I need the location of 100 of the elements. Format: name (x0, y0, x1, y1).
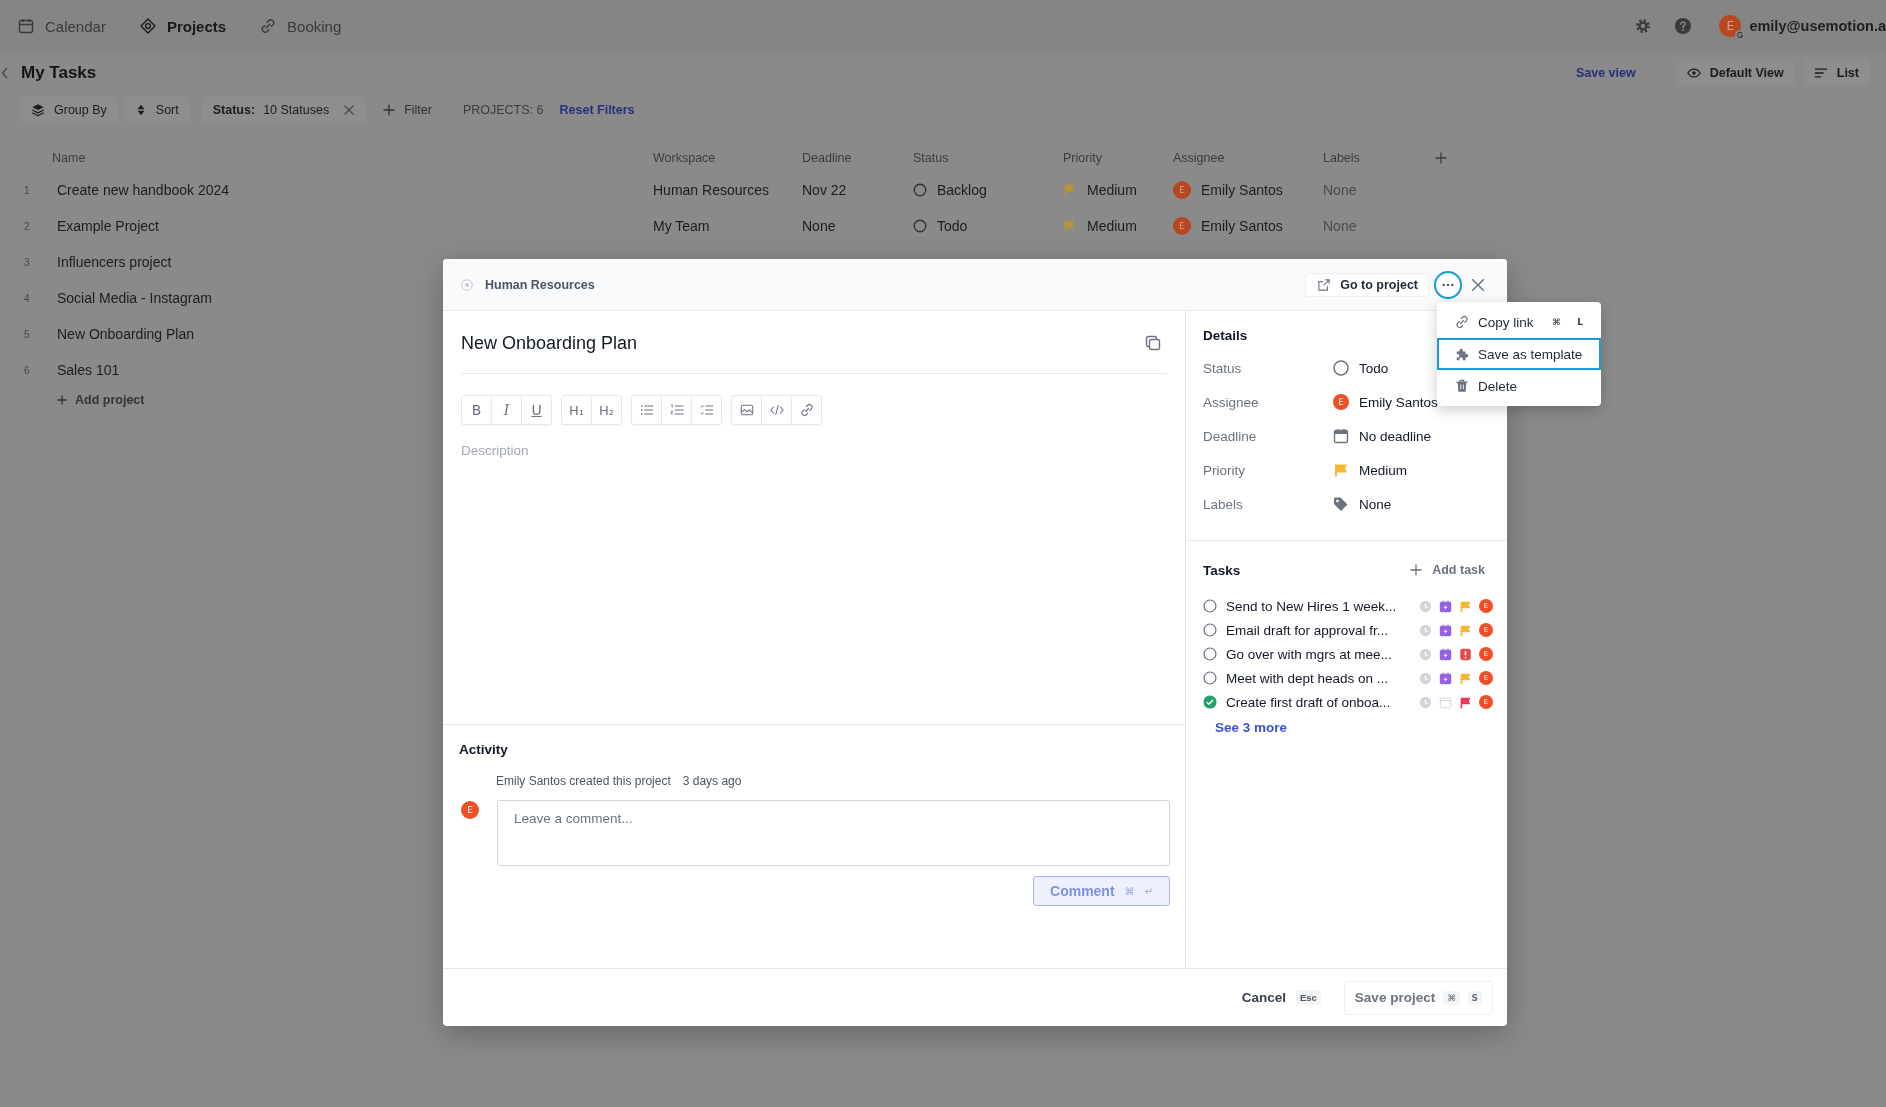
link-icon (799, 403, 814, 417)
project-count: PROJECTS: 6 (462, 103, 544, 117)
task-checkbox[interactable] (1203, 623, 1217, 637)
field-value[interactable]: Todo (1359, 360, 1389, 376)
cancel-button[interactable]: Cancel (1241, 990, 1286, 1005)
field-value[interactable]: None (1359, 496, 1392, 512)
save-view-link[interactable]: Save view (1575, 66, 1636, 80)
project-name[interactable]: Example Project (57, 218, 159, 234)
project-name[interactable]: New Onboarding Plan (57, 326, 194, 342)
column-header[interactable]: Workspace (653, 151, 716, 165)
sort-button[interactable]: Sort (123, 96, 190, 124)
chevron-left-icon[interactable] (1, 67, 9, 79)
project-name[interactable]: Social Media - Instagram (57, 290, 212, 306)
group-by-button[interactable]: Group By (20, 96, 118, 124)
copy-icon[interactable] (1145, 335, 1161, 351)
add-column-icon[interactable] (1435, 152, 1447, 164)
task-checkbox[interactable] (1203, 647, 1217, 661)
nav-tab[interactable]: Calendar (18, 17, 106, 35)
layout-button[interactable]: List (1802, 59, 1870, 87)
filter-button[interactable]: Filter (372, 96, 443, 124)
ellipsis-icon (1442, 282, 1454, 287)
numbered-list-button[interactable] (661, 395, 692, 425)
image-button[interactable] (731, 395, 762, 425)
close-icon[interactable] (343, 104, 356, 116)
project-name[interactable]: Influencers project (57, 254, 172, 270)
assignee-name: Emily Santos (1201, 218, 1283, 234)
calendar-icon (18, 18, 34, 34)
account-email[interactable]: emily@usemotion.a (1749, 18, 1886, 34)
plus-icon (57, 395, 67, 405)
activity-heading: Activity (459, 742, 508, 757)
status-text: Todo (937, 218, 968, 234)
column-header[interactable]: Deadline (802, 151, 852, 165)
task-checkbox[interactable] (1203, 671, 1217, 685)
shortcut-key: ↵ (1144, 885, 1153, 897)
eye-icon (1686, 66, 1701, 80)
table-cell: Human Resources (653, 182, 769, 198)
heading-button[interactable]: H₁ (561, 395, 592, 425)
plus-icon (1410, 564, 1423, 576)
table-cell: None (1323, 182, 1357, 198)
checklist-button[interactable] (691, 395, 722, 425)
go-to-project-button[interactable]: Go to project (1305, 272, 1429, 297)
column-header[interactable]: Labels (1323, 151, 1360, 165)
flag-icon (1063, 219, 1077, 233)
heading-button[interactable]: H₂ (591, 395, 622, 425)
target-icon (139, 18, 156, 34)
plus-icon (383, 104, 396, 116)
shortcut-key: Esc (1295, 990, 1321, 1005)
menu-item[interactable]: Copy link ⌘ L (1437, 306, 1601, 338)
list-icon (1813, 66, 1828, 80)
workspace-name[interactable]: Human Resources (485, 277, 595, 292)
field-value[interactable]: No deadline (1359, 428, 1432, 444)
task-checkbox[interactable] (1203, 599, 1217, 613)
more-button[interactable] (1434, 270, 1462, 299)
project-title[interactable]: New Onboarding Plan (461, 332, 638, 354)
shortcut-key: ⌘ (1124, 885, 1135, 897)
details-heading: Details (1203, 327, 1248, 345)
task-title[interactable]: Create first draft of onboa... (1226, 694, 1410, 710)
menu-label: Delete (1478, 378, 1519, 394)
help-icon[interactable] (1675, 18, 1692, 34)
save-project-button[interactable]: Save project ⌘ S (1343, 980, 1493, 1015)
field-label: Deadline (1203, 428, 1258, 444)
task-title[interactable]: Go over with mgrs at mee... (1226, 646, 1410, 662)
field-value[interactable]: Emily Santos (1359, 394, 1438, 410)
bold-button[interactable]: B (461, 395, 492, 425)
comment-button[interactable]: Comment ⌘ ↵ (1033, 876, 1170, 906)
menu-item[interactable]: Save as template (1437, 338, 1601, 370)
task-checkbox[interactable] (1203, 695, 1217, 709)
view-button[interactable]: Default View (1675, 59, 1795, 87)
add-task-button[interactable]: Add task (1410, 563, 1485, 577)
menu-label: Save as template (1478, 346, 1584, 362)
column-header[interactable]: Assignee (1173, 151, 1225, 165)
settings-icon[interactable] (1635, 18, 1652, 34)
code-button[interactable] (761, 395, 792, 425)
project-name[interactable]: Sales 101 (57, 362, 120, 378)
column-header[interactable]: Priority (1063, 151, 1102, 165)
underline-button[interactable]: U (521, 395, 552, 425)
nav-tab[interactable]: Projects (139, 17, 227, 35)
link-button[interactable] (791, 395, 822, 425)
task-title[interactable]: Email draft for approval fr... (1226, 622, 1410, 638)
table-cell: My Team (653, 218, 710, 234)
close-icon[interactable] (1471, 277, 1485, 292)
field-value[interactable]: Medium (1359, 462, 1407, 478)
column-header[interactable]: Name (52, 151, 86, 165)
reset-filters-link[interactable]: Reset Filters (559, 103, 635, 117)
project-name[interactable]: Create new handbook 2024 (57, 182, 230, 198)
comment-field[interactable]: Leave a comment... (497, 800, 1170, 866)
avatar: E (1173, 217, 1191, 235)
table-cell: None (802, 218, 836, 234)
add-project-button[interactable]: Add project (57, 388, 145, 412)
column-header[interactable]: Status (913, 151, 949, 165)
flag-icon (1333, 462, 1349, 478)
status-filter-chip[interactable]: Status: 10 Statuses (201, 96, 367, 124)
avatar: E (1173, 181, 1191, 199)
bullet-list-button[interactable] (631, 395, 662, 425)
task-title[interactable]: Send to New Hires 1 week... (1226, 598, 1410, 614)
see-more-link[interactable]: See 3 more (1215, 720, 1288, 735)
italic-button[interactable]: I (491, 395, 522, 425)
menu-item[interactable]: Delete (1437, 370, 1601, 402)
task-title[interactable]: Meet with dept heads on ... (1226, 670, 1410, 686)
nav-tab[interactable]: Booking (260, 17, 342, 35)
